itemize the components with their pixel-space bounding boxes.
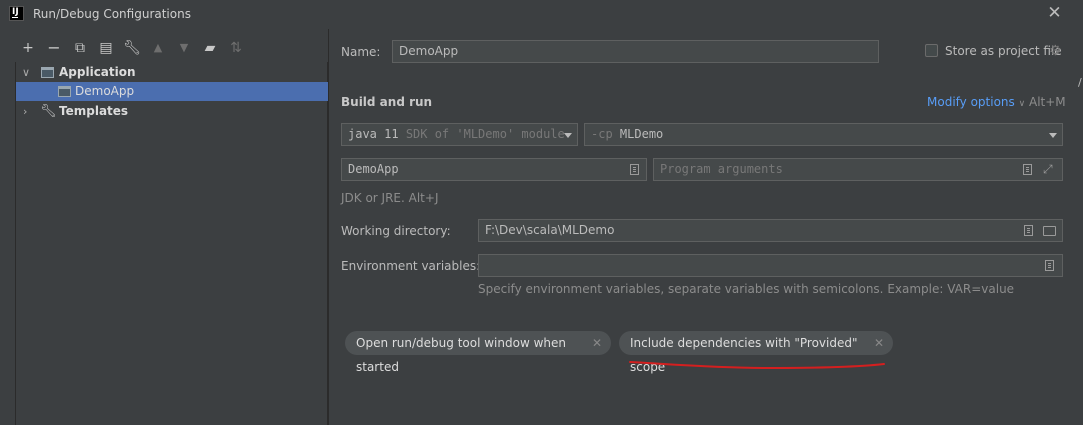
add-icon[interactable]: + [19,39,37,57]
tree-item-application[interactable]: ∨ Application [16,63,328,82]
modify-options-link[interactable]: Modify options ∨ [927,95,1025,109]
wrench-icon[interactable]: 🔧︎ [123,39,141,57]
dropdown-arrow-icon [564,133,572,138]
working-directory-label: Working directory: [341,224,451,238]
move-down-icon[interactable]: ▼ [175,39,193,57]
tree-item-label: Templates [59,104,129,118]
macros-icon[interactable] [1024,225,1033,236]
tree-item-label: Application [59,65,136,79]
chip-label: Open run/debug tool window when started [356,336,566,374]
edit-env-icon[interactable] [1045,260,1054,271]
chevron-down-icon[interactable]: ∨ [22,63,30,82]
move-up-icon[interactable]: ▲ [149,39,167,57]
wrench-icon: 🔧︎ [40,104,57,119]
configurations-tree[interactable]: ∨ Application DemoApp › 🔧︎ Templates [15,62,328,425]
modify-options-shortcut: Alt+M [1029,95,1066,109]
sort-icon[interactable]: ⇅ [227,39,245,57]
chevron-down-icon: ∨ [1018,99,1026,109]
chevron-right-icon[interactable]: › [23,102,27,121]
cp-value: MLDemo [619,127,664,141]
chip-open-tool-window[interactable]: Open run/debug tool window when started … [345,331,611,374]
classpath-select[interactable]: -cp MLDemo [584,123,1063,146]
tree-item-label: DemoApp [75,84,135,98]
copy-icon[interactable]: ⧉ [71,39,89,57]
program-arguments-input[interactable]: Program arguments ⤢ [653,158,1063,181]
close-icon[interactable]: ✕ [1046,5,1063,22]
environment-variables-label: Environment variables: [341,259,481,273]
store-as-project-file-checkbox[interactable] [925,44,938,57]
main-class-value: DemoApp [348,162,399,176]
title-bar: IJ Run/Debug Configurations ✕ [0,0,1083,29]
program-arguments-placeholder: Program arguments [660,162,783,176]
cp-prefix: -cp [591,127,613,141]
remove-chip-icon[interactable]: ✕ [874,331,884,355]
name-value: DemoApp [399,44,459,58]
jdk-select[interactable]: java 11 SDK of 'MLDemo' module [341,123,578,146]
modify-options-label: Modify options [927,95,1015,109]
working-directory-value: F:\Dev\scala\MLDemo [485,223,615,237]
section-title: Build and run [341,95,433,109]
name-label: Name: [341,45,381,59]
application-config-icon [58,86,71,97]
application-icon [41,67,54,78]
browse-icon[interactable] [630,164,639,175]
gear-icon[interactable]: ⚙ [1049,43,1062,59]
remove-icon[interactable]: − [45,39,63,57]
tree-item-demoapp[interactable]: DemoApp [16,82,328,101]
expand-icon[interactable]: ⤢ [1043,159,1053,180]
tree-item-templates[interactable]: › 🔧︎ Templates [16,102,328,121]
background-window-edge: / [1078,76,1082,89]
main-class-input[interactable]: DemoApp [341,158,647,181]
working-directory-input[interactable]: F:\Dev\scala\MLDemo [478,219,1063,242]
remove-chip-icon[interactable]: ✕ [592,331,602,355]
environment-variables-input[interactable] [478,254,1063,277]
jdk-value: java 11 [348,127,399,141]
save-icon[interactable]: ▤ [97,39,115,57]
jdk-value-hint: SDK of 'MLDemo' module [405,127,565,141]
store-as-project-file-label: Store as project file [945,44,1062,58]
splitter[interactable] [328,29,329,425]
chip-include-provided-scope[interactable]: Include dependencies with "Provided" sco… [619,331,893,374]
environment-variables-hint: Specify environment variables, separate … [478,282,1015,296]
window-title: Run/Debug Configurations [33,7,191,21]
new-folder-icon[interactable]: ▰ [201,39,219,57]
jdk-hint: JDK or JRE. Alt+J [341,191,439,205]
red-annotation-underline [629,361,885,370]
intellij-app-icon: IJ [9,6,24,21]
dropdown-arrow-icon [1049,133,1057,138]
browse-icon[interactable] [1023,164,1032,175]
folder-icon[interactable] [1043,226,1056,236]
name-input[interactable]: DemoApp [392,40,879,63]
